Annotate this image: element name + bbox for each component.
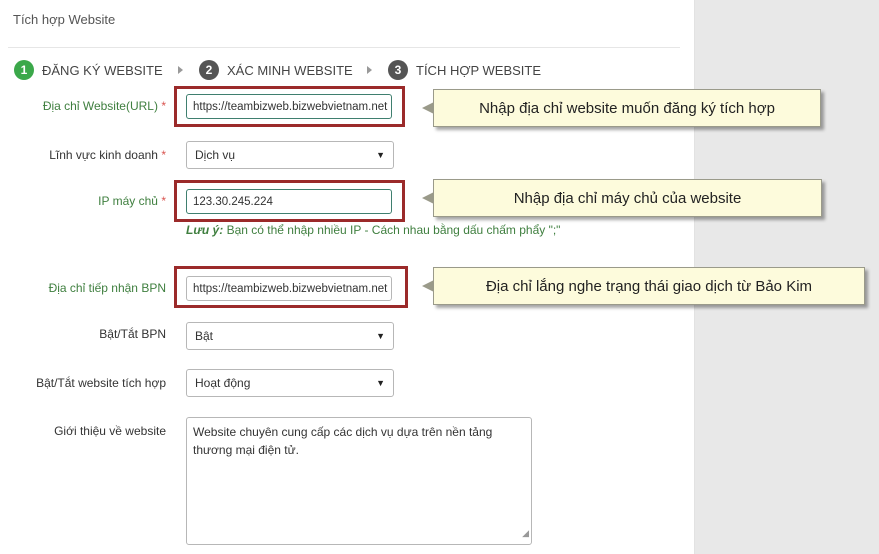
required-mark: * — [161, 194, 166, 208]
step-chevron-icon — [367, 66, 372, 74]
site-toggle-label: Bật/Tắt website tích hợp — [36, 376, 166, 390]
about-text: Website chuyên cung cấp các dịch vụ dựa … — [193, 425, 493, 457]
step-label-1: ĐĂNG KÝ WEBSITE — [42, 62, 163, 78]
url-label-text: Địa chỉ Website(URL) — [42, 99, 158, 113]
required-mark: * — [161, 148, 166, 162]
ip-hint-text: Bạn có thể nhập nhiều IP - Cách nhau bằn… — [223, 223, 561, 237]
callout-pointer — [422, 280, 434, 292]
about-textarea[interactable]: Website chuyên cung cấp các dịch vụ dựa … — [186, 417, 532, 545]
callout-bpn-text: Địa chỉ lắng nghe trạng thái giao dịch t… — [485, 277, 813, 295]
business-label: Lĩnh vực kinh doanh * — [0, 148, 166, 162]
ip-hint: Lưu ý: Bạn có thể nhập nhiều IP - Cách n… — [186, 223, 560, 237]
bpn-highlight-box — [174, 266, 408, 308]
step-number-1: 1 — [14, 60, 34, 80]
site-toggle-value: Hoạt động — [195, 376, 251, 390]
site-toggle-select[interactable]: Hoạt động ▼ — [186, 369, 394, 397]
callout-ip-text: Nhập địa chỉ máy chủ của website — [513, 189, 742, 207]
url-label: Địa chỉ Website(URL) * — [0, 99, 166, 113]
resize-handle-icon[interactable]: ◢ — [522, 524, 529, 542]
bpn-toggle-select[interactable]: Bật ▼ — [186, 322, 394, 350]
about-label: Giới thiệu về website — [54, 424, 166, 438]
business-label-text: Lĩnh vực kinh doanh — [49, 148, 158, 162]
callout-url: Nhập địa chỉ website muốn đăng ký tích h… — [422, 89, 821, 127]
required-mark: * — [161, 99, 166, 113]
bpn-url-label: Địa chỉ tiếp nhận BPN — [48, 281, 166, 295]
step-number-3: 3 — [388, 60, 408, 80]
step-verify: 2 XÁC MINH WEBSITE — [199, 60, 353, 80]
dropdown-arrow-icon: ▼ — [376, 331, 385, 341]
ip-hint-strong: Lưu ý: — [186, 223, 224, 237]
divider — [8, 47, 680, 48]
step-chevron-icon — [178, 66, 183, 74]
ip-label-text: IP máy chủ — [98, 194, 158, 208]
callout-bpn: Địa chỉ lắng nghe trạng thái giao dịch t… — [422, 267, 865, 305]
step-label-3: TÍCH HỢP WEBSITE — [416, 62, 542, 78]
step-label-2: XÁC MINH WEBSITE — [227, 62, 353, 78]
bpn-toggle-value: Bật — [195, 329, 214, 343]
url-highlight-box — [174, 86, 405, 127]
callout-pointer — [422, 102, 434, 114]
callout-ip: Nhập địa chỉ máy chủ của website — [422, 179, 822, 217]
ip-highlight-box — [174, 180, 405, 222]
dropdown-arrow-icon: ▼ — [376, 150, 385, 160]
bpn-toggle-label: Bật/Tắt BPN — [99, 327, 166, 341]
step-register: 1 ĐĂNG KÝ WEBSITE — [14, 60, 163, 80]
step-integrate: 3 TÍCH HỢP WEBSITE — [388, 60, 541, 80]
business-select-value: Dịch vụ — [195, 148, 236, 162]
step-number-2: 2 — [199, 60, 219, 80]
panel-title: Tích hợp Website — [13, 12, 116, 27]
callout-url-text: Nhập địa chỉ website muốn đăng ký tích h… — [479, 99, 775, 117]
business-select[interactable]: Dịch vụ ▼ — [186, 141, 394, 169]
dropdown-arrow-icon: ▼ — [376, 378, 385, 388]
ip-label: IP máy chủ * — [0, 194, 166, 208]
callout-pointer — [422, 192, 434, 204]
